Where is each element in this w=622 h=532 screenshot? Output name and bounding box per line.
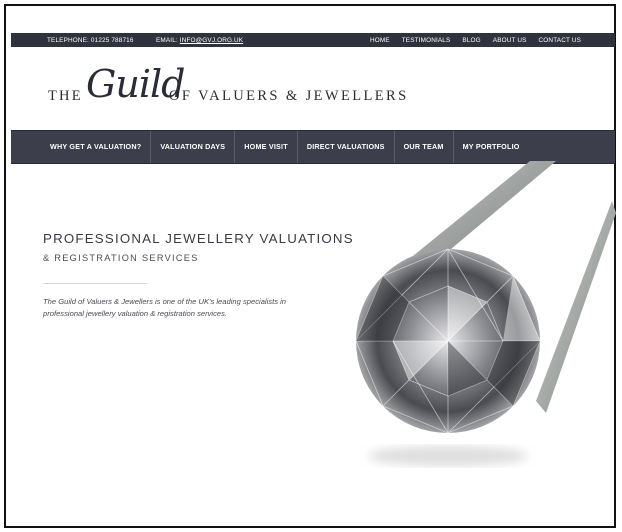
site-logo[interactable]: THE Guild OF VALUERS & JEWELLERS xyxy=(48,62,448,110)
hero-divider xyxy=(43,283,147,284)
email-label: EMAIL: xyxy=(156,36,178,44)
top-nav-blog[interactable]: BLOG xyxy=(462,37,480,44)
hero-title: PROFESSIONAL JEWELLERY VALUATIONS xyxy=(43,231,354,246)
top-nav: HOME TESTIMONIALS BLOG ABOUT US CONTACT … xyxy=(370,37,581,44)
nav-valuation-days[interactable]: VALUATION DAYS xyxy=(151,131,236,163)
top-nav-contact-us[interactable]: CONTACT US xyxy=(539,37,581,44)
main-nav: WHY GET A VALUATION? VALUATION DAYS HOME… xyxy=(11,130,615,164)
nav-why-get-a-valuation[interactable]: WHY GET A VALUATION? xyxy=(11,131,152,163)
nav-direct-valuations[interactable]: DIRECT VALUATIONS xyxy=(298,131,395,163)
nav-my-portfolio[interactable]: MY PORTFOLIO xyxy=(454,131,529,163)
top-nav-testimonials[interactable]: TESTIMONIALS xyxy=(402,37,451,44)
email-link[interactable]: INFO@GVJ.ORG.UK xyxy=(180,37,243,44)
email-text: EMAIL: INFO@GVJ.ORG.UK xyxy=(156,37,243,44)
nav-home-visit[interactable]: HOME VISIT xyxy=(235,131,298,163)
top-nav-home[interactable]: HOME xyxy=(370,37,390,44)
logo-the: THE xyxy=(48,88,83,104)
telephone-text: TELEPHONE: 01225 788716 xyxy=(47,36,134,44)
top-nav-about-us[interactable]: ABOUT US xyxy=(493,37,527,44)
diamond-tweezers-image xyxy=(355,161,616,466)
nav-our-team[interactable]: OUR TEAM xyxy=(395,131,454,163)
logo-rest: OF VALUERS & JEWELLERS xyxy=(169,88,409,104)
hero-subtitle: & REGISTRATION SERVICES xyxy=(43,253,199,263)
hero-description: The Guild of Valuers & Jewellers is one … xyxy=(43,297,287,318)
top-info-bar: TELEPHONE: 01225 788716 EMAIL: INFO@GVJ.… xyxy=(11,33,615,47)
